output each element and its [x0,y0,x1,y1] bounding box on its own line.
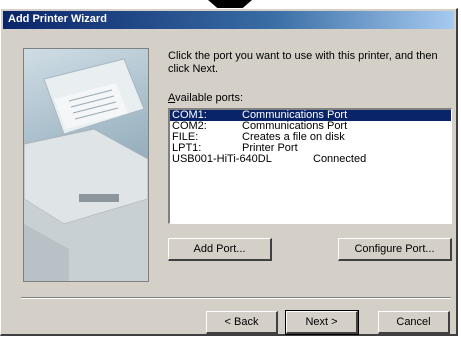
separator [21,297,451,299]
printer-illustration-icon [24,58,148,281]
port-name: USB001-HiTi-640DL [172,153,272,165]
port-row[interactable]: FILE: Creates a file on disk [170,132,451,143]
available-ports-list[interactable]: COM1: Communications Port COM2: Communicati… [168,108,452,224]
window-title: Add Printer Wizard [8,13,107,25]
title-bar[interactable]: Add Printer Wizard [3,11,454,29]
add-printer-wizard-window: Add Printer Wizard Click the port you wa… [0,8,458,336]
next-button[interactable]: Next > [285,310,359,335]
configure-port-button[interactable]: Configure Port... [338,238,452,261]
add-port-button[interactable]: Add Port... [168,238,272,261]
cancel-button[interactable]: Cancel [378,311,450,334]
wizard-printer-image [23,48,149,282]
back-button[interactable]: < Back [206,311,278,334]
port-row[interactable]: USB001-HiTi-640DL Connected [170,154,451,165]
port-status: Connected [313,153,367,165]
available-ports-label: Available ports: [168,92,244,104]
instruction-text: Click the port you want to use with this… [168,50,438,75]
